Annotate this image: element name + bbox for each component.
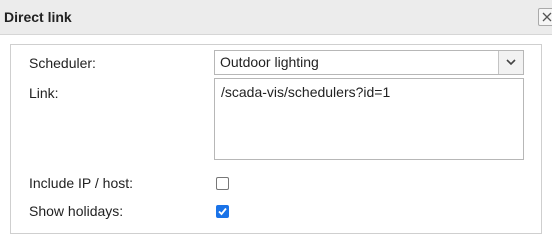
include-ip-host-checkbox[interactable] (216, 177, 229, 190)
include-ip-host-label: Include IP / host: (29, 175, 134, 191)
show-holidays-label: Show holidays: (29, 203, 124, 219)
dialog-title: Direct link (4, 9, 72, 25)
dialog-titlebar: Direct link (0, 0, 552, 35)
scheduler-select[interactable]: Outdoor lighting (214, 50, 524, 75)
show-holidays-checkbox[interactable] (216, 205, 229, 218)
close-icon (542, 12, 552, 22)
close-button[interactable] (538, 8, 552, 26)
link-textarea[interactable]: /scada-vis/schedulers?id=1 (214, 78, 524, 160)
form-panel: Scheduler: Outdoor lighting Link: /scada… (10, 44, 542, 234)
scheduler-dropdown-button[interactable] (498, 51, 523, 74)
scheduler-label: Scheduler: (29, 55, 96, 71)
chevron-down-icon (506, 59, 516, 66)
link-label: Link: (29, 85, 59, 101)
scheduler-selected-value: Outdoor lighting (220, 54, 319, 70)
direct-link-dialog: Direct link Scheduler: Outdoor lighting … (0, 0, 552, 247)
checkmark-icon (218, 207, 227, 216)
